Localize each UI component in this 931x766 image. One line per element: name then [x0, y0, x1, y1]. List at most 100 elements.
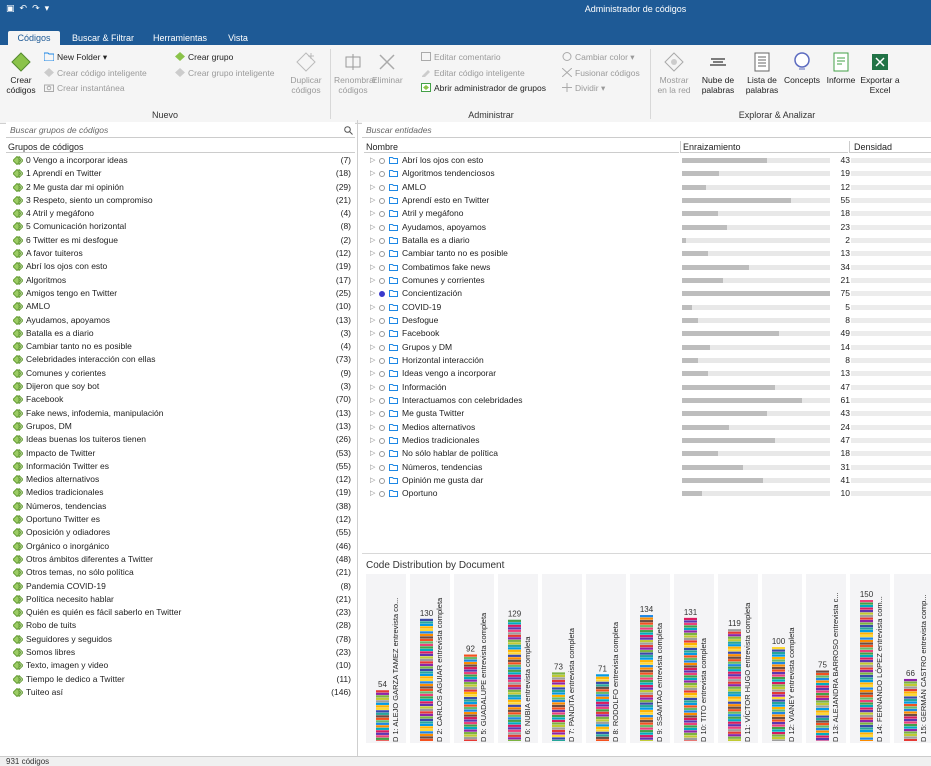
selection-radio[interactable] — [379, 451, 385, 458]
code-group-row[interactable]: Batalla es a diario (3) — [6, 327, 355, 340]
panel-divider[interactable] — [357, 120, 358, 756]
entity-row[interactable]: ▷ Ayudamos, apoyamos 23 — [364, 221, 931, 234]
expand-arrow-icon[interactable]: ▷ — [370, 434, 375, 447]
expand-arrow-icon[interactable]: ▷ — [370, 381, 375, 394]
entity-row[interactable]: ▷ Grupos y DM 14 — [364, 341, 931, 354]
selection-radio[interactable] — [379, 184, 385, 191]
expand-arrow-icon[interactable]: ▷ — [370, 287, 375, 300]
editar-comentario-button[interactable]: Editar comentario — [421, 52, 501, 62]
entity-row[interactable]: ▷ Desfogue 8 — [364, 314, 931, 327]
entity-row[interactable]: ▷ Abrí los ojos con esto 43 — [364, 154, 931, 167]
selection-radio[interactable] — [379, 224, 385, 231]
code-group-row[interactable]: Pandemia COVID-19 (8) — [6, 580, 355, 593]
code-group-row[interactable]: Números, tendencias (38) — [6, 500, 355, 513]
code-group-row[interactable]: 4 Atril y megáfono (4) — [6, 207, 355, 220]
exportar-excel-button[interactable]: Exportar a Excel — [860, 51, 900, 95]
expand-arrow-icon[interactable]: ▷ — [370, 474, 375, 487]
code-group-row[interactable]: Robo de tuits (28) — [6, 619, 355, 632]
expand-arrow-icon[interactable]: ▷ — [370, 394, 375, 407]
crear-grupo-inteligente-button[interactable]: Crear grupo inteligente — [175, 68, 274, 78]
entity-row[interactable]: ▷ COVID-19 5 — [364, 301, 931, 314]
code-group-row[interactable]: Comunes y corientes (9) — [6, 367, 355, 380]
code-group-row[interactable]: Facebook (70) — [6, 393, 355, 406]
code-group-row[interactable]: Otros ámbitos diferentes a Twitter (48) — [6, 553, 355, 566]
entity-row[interactable]: ▷ Medios alternativos 24 — [364, 421, 931, 434]
code-group-row[interactable]: Oposición y odiadores (55) — [6, 526, 355, 539]
expand-arrow-icon[interactable]: ▷ — [370, 221, 375, 234]
code-group-row[interactable]: Algoritmos (17) — [6, 274, 355, 287]
code-group-row[interactable]: Otros temas, no sólo política (21) — [6, 566, 355, 579]
expand-arrow-icon[interactable]: ▷ — [370, 154, 375, 167]
code-group-row[interactable]: Ayudamos, apoyamos (13) — [6, 314, 355, 327]
entity-row[interactable]: ▷ Números, tendencias 31 — [364, 461, 931, 474]
expand-arrow-icon[interactable]: ▷ — [370, 341, 375, 354]
selection-radio[interactable] — [379, 171, 385, 178]
expand-arrow-icon[interactable]: ▷ — [370, 247, 375, 260]
code-group-row[interactable]: 5 Comunicación horizontal (8) — [6, 220, 355, 233]
selection-radio[interactable] — [379, 397, 385, 404]
code-group-row[interactable]: 1 Aprendí en Twitter (18) — [6, 167, 355, 180]
dividir-button[interactable]: Dividir ▾ — [562, 83, 605, 93]
tab-herramientas[interactable]: Herramientas — [146, 31, 214, 45]
code-group-row[interactable]: Grupos, DM (13) — [6, 420, 355, 433]
code-group-row[interactable]: 6 Twitter es mi desfogue (2) — [6, 234, 355, 247]
crear-codigo-inteligente-button[interactable]: Crear código inteligente — [44, 68, 147, 78]
chart-bar[interactable] — [464, 654, 477, 741]
code-group-row[interactable]: Texto, imagen y video (10) — [6, 659, 355, 672]
code-group-row[interactable]: Fake news, infodemia, manipulación (13) — [6, 407, 355, 420]
entity-row[interactable]: ▷ Facebook 49 — [364, 327, 931, 340]
entity-row[interactable]: ▷ Comunes y corrientes 21 — [364, 274, 931, 287]
code-group-row[interactable]: Impacto de Twitter (53) — [6, 447, 355, 460]
code-group-row[interactable]: Quién es quién es fácil saberlo en Twitt… — [6, 606, 355, 619]
code-group-row[interactable]: Cambiar tanto no es posible (4) — [6, 340, 355, 353]
selection-radio[interactable] — [379, 291, 385, 298]
entity-row[interactable]: ▷ No sólo hablar de política 18 — [364, 447, 931, 460]
editar-codigo-inteligente-button[interactable]: Editar código inteligente — [421, 68, 525, 78]
code-group-row[interactable]: Amigos tengo en Twitter (25) — [6, 287, 355, 300]
selection-radio[interactable] — [379, 384, 385, 391]
mostrar-en-la-red-button[interactable]: Mostrar en la red — [654, 51, 694, 95]
entity-row[interactable]: ▷ Medios tradicionales 47 — [364, 434, 931, 447]
lista-de-palabras-button[interactable]: Lista de palabras — [742, 51, 782, 95]
selection-radio[interactable] — [379, 158, 385, 164]
tab-vista[interactable]: Vista — [218, 31, 258, 45]
expand-arrow-icon[interactable]: ▷ — [370, 181, 375, 194]
code-group-row[interactable]: A favor tuiteros (12) — [6, 247, 355, 260]
selection-radio[interactable] — [379, 357, 385, 364]
chart-bar[interactable] — [420, 618, 433, 741]
customize-icon[interactable]: ▾ — [45, 3, 50, 13]
code-group-row[interactable]: Medios alternativos (12) — [6, 473, 355, 486]
selection-radio[interactable] — [379, 371, 385, 378]
expand-arrow-icon[interactable]: ▷ — [370, 274, 375, 287]
rooting-column-header[interactable]: Enraizamiento — [680, 141, 848, 153]
code-group-row[interactable]: Somos libres (23) — [6, 646, 355, 659]
selection-radio[interactable] — [379, 344, 385, 351]
chart-bar[interactable] — [728, 629, 741, 741]
expand-arrow-icon[interactable]: ▷ — [370, 167, 375, 180]
informe-button[interactable]: Informe — [822, 51, 860, 85]
expand-arrow-icon[interactable]: ▷ — [370, 421, 375, 434]
selection-radio[interactable] — [379, 304, 385, 311]
code-group-row[interactable]: 3 Respeto, siento un compromiso (21) — [6, 194, 355, 207]
expand-arrow-icon[interactable]: ▷ — [370, 461, 375, 474]
tab-codigos[interactable]: Códigos — [8, 31, 60, 45]
chart-bar[interactable] — [904, 678, 917, 741]
code-group-row[interactable]: Medios tradicionales (19) — [6, 486, 355, 499]
eliminar-button[interactable]: Eliminar — [372, 51, 403, 85]
code-group-row[interactable]: Tuiteo así (146) — [6, 686, 355, 699]
expand-arrow-icon[interactable]: ▷ — [370, 367, 375, 380]
selection-radio[interactable] — [379, 491, 385, 498]
expand-arrow-icon[interactable]: ▷ — [370, 207, 375, 220]
entity-row[interactable]: ▷ Oportuno 10 — [364, 487, 931, 500]
abrir-administrador-grupos-button[interactable]: Abrir administrador de grupos — [421, 83, 546, 93]
code-group-row[interactable]: Tiempo le dedico a Twitter (11) — [6, 673, 355, 686]
entity-row[interactable]: ▷ Horizontal interacción 8 — [364, 354, 931, 367]
entity-row[interactable]: ▷ Atril y megáfono 18 — [364, 207, 931, 220]
chart-bar[interactable] — [552, 672, 565, 741]
fusionar-codigos-button[interactable]: Fusionar códigos — [562, 68, 640, 78]
cambiar-color-button[interactable]: Cambiar color ▾ — [562, 52, 635, 62]
code-group-row[interactable]: Oportuno Twitter es (12) — [6, 513, 355, 526]
entity-row[interactable]: ▷ Combatimos fake news 34 — [364, 261, 931, 274]
code-group-row[interactable]: 0 Vengo a incorporar ideas (7) — [6, 154, 355, 167]
code-group-row[interactable]: Información Twitter es (55) — [6, 460, 355, 473]
